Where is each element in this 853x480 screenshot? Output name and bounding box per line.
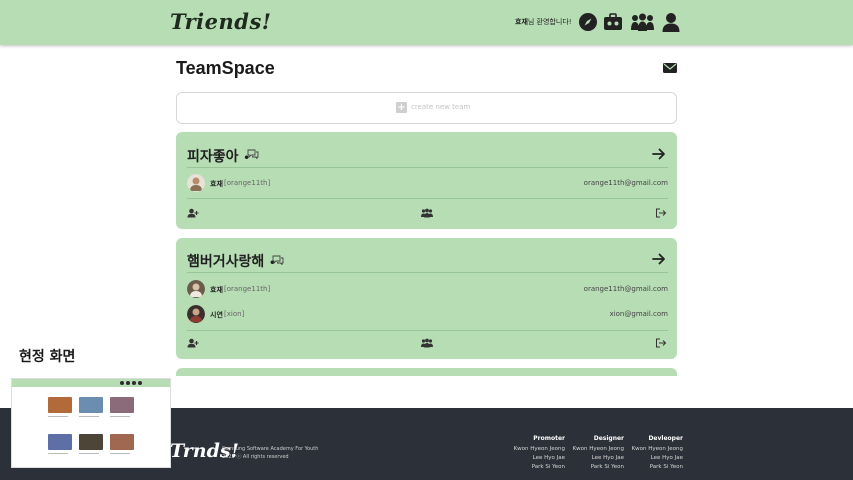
member-row: 시연 [xion] xion@gmail.com — [187, 305, 668, 323]
toolbox-icon[interactable] — [603, 12, 623, 32]
footer-org: Samsung Software Academy For Youth — [222, 446, 319, 452]
enter-team-arrow-icon[interactable] — [652, 148, 666, 160]
thumbnail-text — [48, 416, 68, 417]
footer-name: Lee Hyo Jae — [650, 455, 683, 461]
thumbnail-image — [79, 397, 103, 413]
add-member-icon[interactable] — [187, 208, 199, 218]
compass-icon[interactable] — [578, 12, 598, 32]
footer-column-heading: Designer — [593, 435, 624, 442]
avatar — [187, 280, 205, 298]
footer-rights: 2023 ⓒ All rights reserved — [222, 454, 289, 460]
thumbnail-image — [110, 434, 134, 450]
card-divider — [187, 272, 668, 273]
team-members-icon[interactable] — [421, 208, 433, 218]
member-name: 효재 — [210, 286, 223, 294]
footer-name: Kwon Hyeon Jeong — [631, 446, 683, 452]
team-card-partial — [176, 368, 677, 376]
thumbnail-icon — [126, 381, 130, 385]
member-row: 효재 [orange11th] orange11th@gmail.com — [187, 280, 668, 298]
thumbnail-text — [48, 453, 68, 454]
avatar — [187, 305, 205, 323]
footer-name: Park Si Yeon — [531, 464, 565, 470]
footer-column-designer: Designer Kwon Hyeon Jeong Lee Hyo Jae Pa… — [573, 434, 624, 472]
enter-team-arrow-icon[interactable] — [652, 253, 666, 265]
thumbnail-text — [110, 453, 130, 454]
welcome-message: 효재님 환영합니다! — [515, 17, 572, 27]
user-icon[interactable] — [661, 12, 681, 32]
leave-team-icon[interactable] — [655, 208, 667, 218]
member-email: xion@gmail.com — [609, 310, 668, 318]
footer-column-developer: Devleoper Kwon Hyeon Jeong Lee Hyo Jae P… — [632, 434, 683, 472]
team-name[interactable]: 햄버거사랑해 • — [187, 251, 276, 271]
app-logo[interactable]: Triends! — [170, 9, 272, 34]
welcome-suffix: 님 환영합니다! — [527, 18, 572, 26]
leave-team-icon[interactable] — [655, 338, 667, 348]
thumbnail-text — [110, 416, 130, 417]
footer-name: Park Si Yeon — [649, 464, 683, 470]
member-email: orange11th@gmail.com — [583, 179, 668, 187]
thumbnail-icon — [120, 381, 124, 385]
create-team-label: create new team — [411, 103, 471, 111]
member-id: [orange11th] — [224, 179, 271, 187]
footer-name: Kwon Hyeon Jeong — [572, 446, 624, 452]
thumbnail-image — [110, 397, 134, 413]
thumbnail-image — [48, 397, 72, 413]
member-row: 효재 [orange11th] orange11th@gmail.com — [187, 174, 668, 192]
footer-copyright: Samsung Software Academy For Youth 2023 … — [222, 445, 318, 461]
footer-column-heading: Devleoper — [648, 435, 683, 442]
plus-square-icon: + — [396, 102, 407, 113]
member-id: [orange11th] — [224, 285, 271, 293]
mail-icon[interactable] — [663, 62, 677, 74]
team-members-icon[interactable] — [421, 338, 433, 348]
thumbnail-image — [79, 434, 103, 450]
shared-screen-thumbnail[interactable] — [11, 378, 171, 468]
footer-name: Lee Hyo Jae — [591, 455, 624, 461]
footer-name: Kwon Hyeon Jeong — [513, 446, 565, 452]
shared-screen-label: 현정 화면 — [19, 349, 76, 365]
chat-icon[interactable] — [247, 149, 259, 159]
welcome-username: 효재 — [515, 18, 528, 26]
card-divider — [187, 330, 668, 331]
avatar — [187, 174, 205, 192]
footer-name: Lee Hyo Jae — [532, 455, 565, 461]
team-card: 햄버거사랑해 • 효재 [orange11th] orange11th@gmai… — [176, 238, 677, 359]
chat-icon[interactable] — [272, 255, 284, 265]
thumbnail-icon — [132, 381, 136, 385]
member-name: 시연 — [210, 311, 223, 319]
page-title: TeamSpace — [176, 58, 275, 78]
footer-column-heading: Promoter — [533, 435, 565, 442]
top-navbar: Triends! 효재님 환영합니다! — [0, 0, 853, 45]
card-divider — [187, 198, 668, 199]
thumbnail-text — [79, 416, 99, 417]
member-id: [xion] — [224, 310, 245, 318]
thumbnail-image — [48, 434, 72, 450]
member-name: 효재 — [210, 180, 223, 188]
thumbnail-icon — [138, 381, 142, 385]
footer-column-promoter: Promoter Kwon Hyeon Jeong Lee Hyo Jae Pa… — [514, 434, 565, 472]
create-team-button[interactable]: + create new team — [176, 92, 677, 124]
card-divider — [187, 167, 668, 168]
thumbnail-text — [79, 453, 99, 454]
footer-name: Park Si Yeon — [590, 464, 624, 470]
team-name[interactable]: 피자좋아 • — [187, 146, 250, 166]
thumbnail-navbar — [12, 379, 170, 387]
add-member-icon[interactable] — [187, 338, 199, 348]
group-icon[interactable] — [630, 12, 655, 32]
member-email: orange11th@gmail.com — [583, 285, 668, 293]
team-card: 피자좋아 • 효재 [orange11th] orange11th@gmail.… — [176, 132, 677, 229]
